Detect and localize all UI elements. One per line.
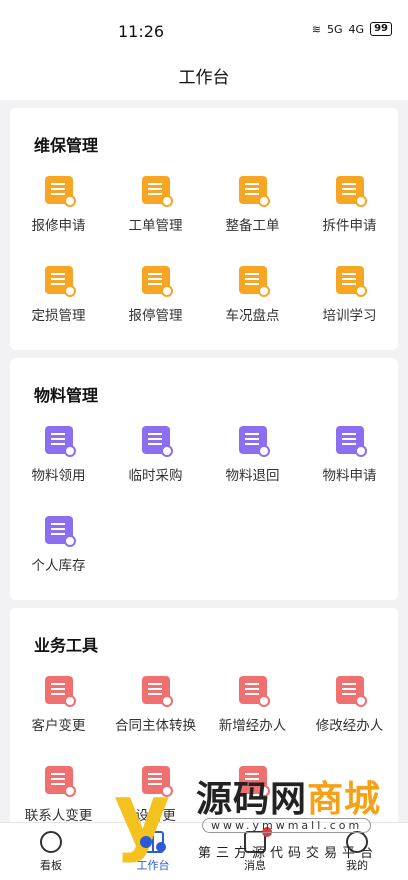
personal-stock-icon bbox=[44, 516, 76, 547]
section-card: 维保管理报修申请 工单管理 整备工单 拆件申请定损管理 报停管理 车况盘点 培训学习 bbox=[10, 108, 398, 350]
add-agent-icon bbox=[238, 676, 270, 707]
tab-dashboard[interactable]: 看板 bbox=[0, 823, 102, 880]
grid-item-label: 整备工单 bbox=[225, 218, 280, 234]
status-time: 11:26 bbox=[118, 22, 165, 41]
grid-item[interactable]: 联系人变更 bbox=[10, 754, 107, 822]
material-return-icon bbox=[238, 426, 270, 457]
workbench-icon bbox=[142, 831, 164, 853]
battery-icon: 99 bbox=[370, 22, 392, 36]
section-grid: 物料领用 临时采购 物料退回 物料申请个人库存 bbox=[10, 414, 398, 594]
grid-item[interactable]: 物料退回 bbox=[204, 414, 301, 504]
grid-item[interactable] bbox=[204, 754, 301, 822]
document-edit-icon bbox=[238, 766, 270, 797]
grid-item-label: 物料申请 bbox=[322, 468, 377, 484]
tab-label: 消息 bbox=[244, 859, 266, 872]
section-card: 物料管理物料领用 临时采购 物料退回 物料申请个人库存 bbox=[10, 358, 398, 600]
tab-message[interactable]: 消息 bbox=[204, 823, 306, 880]
tab-label: 看板 bbox=[40, 859, 62, 872]
grid-item[interactable]: 修改经办人 bbox=[301, 664, 398, 754]
workbench-content[interactable]: 维保管理报修申请 工单管理 整备工单 拆件申请定损管理 报停管理 车况盘点 培训学习物料管理… bbox=[0, 100, 408, 822]
grid-item[interactable]: 临时采购 bbox=[107, 414, 204, 504]
section-title: 维保管理 bbox=[34, 136, 99, 155]
grid-item-label: 临时采购 bbox=[128, 468, 183, 484]
grid-item-label: 拆件申请 bbox=[322, 218, 377, 234]
profile-icon bbox=[346, 831, 368, 853]
signal-4g-icon: 4G bbox=[348, 22, 365, 36]
grid-item[interactable]: 报修申请 bbox=[10, 164, 107, 254]
grid-item[interactable]: 培训学习 bbox=[301, 254, 398, 344]
grid-item-label: 客户变更 bbox=[31, 718, 86, 734]
grid-item[interactable]: 整备工单 bbox=[204, 164, 301, 254]
grid-item[interactable]: 工单管理 bbox=[107, 164, 204, 254]
prep-order-icon bbox=[238, 176, 270, 207]
section-grid: 报修申请 工单管理 整备工单 拆件申请定损管理 报停管理 车况盘点 培训学习 bbox=[10, 164, 398, 344]
grid-item-label: 培训学习 bbox=[322, 308, 377, 324]
grid-item-label: 工单管理 bbox=[128, 218, 183, 234]
repair-request-icon bbox=[44, 176, 76, 207]
dashboard-icon bbox=[40, 831, 62, 853]
grid-item[interactable]: 物料领用 bbox=[10, 414, 107, 504]
page-title: 工作台 bbox=[0, 60, 408, 100]
status-icons: ≋ 5G 4G 99 bbox=[312, 22, 392, 36]
edit-agent-icon bbox=[335, 676, 367, 707]
contract-transfer-icon bbox=[141, 676, 173, 707]
grid-item[interactable]: 物料申请 bbox=[301, 414, 398, 504]
bottom-tab-bar: 看板 工作台 消息 我的 bbox=[0, 822, 408, 880]
grid-item-label: 个人库存 bbox=[31, 558, 86, 574]
training-icon bbox=[335, 266, 367, 297]
grid-item-label: 定损管理 bbox=[31, 308, 86, 324]
disassembly-icon bbox=[335, 176, 367, 207]
wifi-icon: ≋ bbox=[311, 22, 322, 36]
grid-item[interactable]: 定损管理 bbox=[10, 254, 107, 344]
material-apply-icon bbox=[335, 426, 367, 457]
section-grid: 客户变更 合同主体转换 新增经办人 修改经办人联系人变更 设备更 bbox=[10, 664, 398, 822]
damage-assess-icon bbox=[44, 266, 76, 297]
customer-change-icon bbox=[44, 676, 76, 707]
grid-item-label: 物料退回 bbox=[225, 468, 280, 484]
temp-purchase-icon bbox=[141, 426, 173, 457]
contact-change-icon bbox=[44, 766, 76, 797]
tab-label: 工作台 bbox=[136, 859, 170, 872]
suspend-icon bbox=[141, 266, 173, 297]
signal-5g-icon: 5G bbox=[327, 22, 343, 36]
grid-item[interactable]: 个人库存 bbox=[10, 504, 107, 594]
grid-item-label: 报停管理 bbox=[128, 308, 183, 324]
grid-item[interactable]: 合同主体转换 bbox=[107, 664, 204, 754]
grid-item[interactable]: 报停管理 bbox=[107, 254, 204, 344]
grid-item[interactable]: 拆件申请 bbox=[301, 164, 398, 254]
tab-profile[interactable]: 我的 bbox=[306, 823, 408, 880]
section-title: 业务工具 bbox=[34, 636, 99, 655]
grid-item-label: 设备更 bbox=[135, 808, 176, 822]
grid-item-label: 合同主体转换 bbox=[115, 718, 196, 734]
grid-item[interactable]: 新增经办人 bbox=[204, 664, 301, 754]
grid-item[interactable]: 设备更 bbox=[107, 754, 204, 822]
grid-item-label: 车况盘点 bbox=[225, 308, 280, 324]
vehicle-check-icon bbox=[238, 266, 270, 297]
grid-item-label: 报修申请 bbox=[31, 218, 86, 234]
section-card: 业务工具客户变更 合同主体转换 新增经办人 修改经办人联系人变更 设备更 bbox=[10, 608, 398, 822]
grid-item-label: 物料领用 bbox=[31, 468, 86, 484]
material-receive-icon bbox=[44, 426, 76, 457]
device-change-icon bbox=[141, 766, 173, 797]
tab-label: 我的 bbox=[346, 859, 368, 872]
grid-item-label: 修改经办人 bbox=[315, 718, 384, 734]
unread-badge bbox=[262, 827, 272, 837]
grid-item-label: 新增经办人 bbox=[218, 718, 287, 734]
tab-workbench[interactable]: 工作台 bbox=[102, 823, 204, 880]
work-order-icon bbox=[141, 176, 173, 207]
message-icon bbox=[244, 827, 272, 853]
grid-item[interactable]: 客户变更 bbox=[10, 664, 107, 754]
grid-item[interactable]: 车况盘点 bbox=[204, 254, 301, 344]
grid-item-label: 联系人变更 bbox=[24, 808, 93, 822]
status-bar: 11:26 ≋ 5G 4G 99 bbox=[0, 0, 408, 60]
section-title: 物料管理 bbox=[34, 386, 99, 405]
